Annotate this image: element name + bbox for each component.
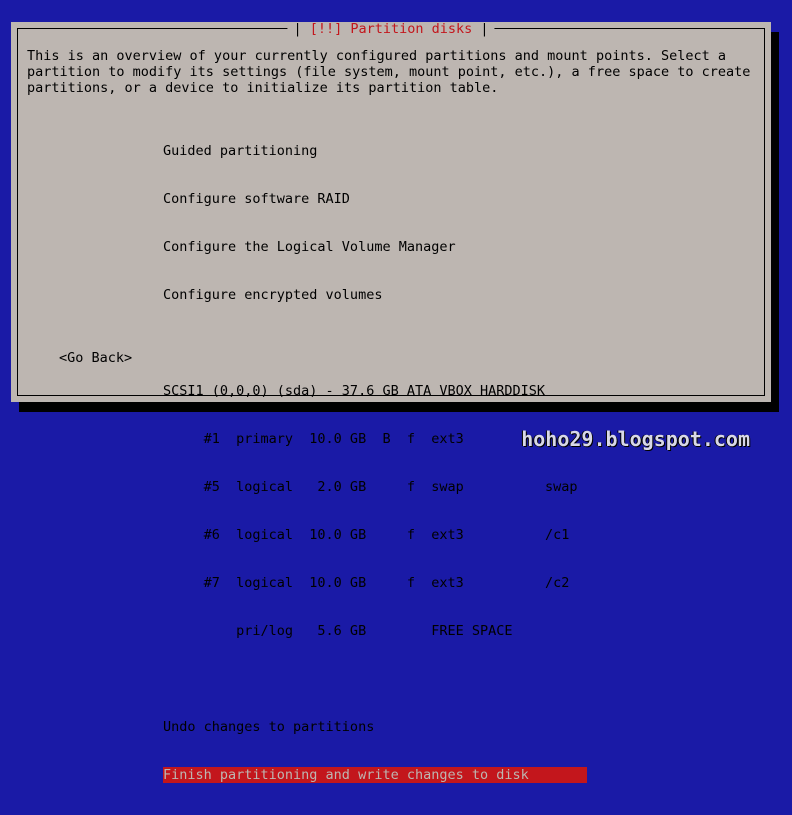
partition-disks-dialog: | [!!] Partition disks | This is an over… — [11, 21, 771, 783]
partition-row-7[interactable]: #7 logical 10.0 GB f ext3 /c2 — [163, 575, 587, 591]
go-back-button[interactable]: <Go Back> — [59, 350, 132, 366]
partition-row-5[interactable]: #5 logical 2.0 GB f swap swap — [163, 479, 587, 495]
menu-spacer — [163, 335, 587, 351]
partition-menu: Guided partitioning Configure software R… — [163, 111, 587, 815]
menu-item-undo-changes[interactable]: Undo changes to partitions — [163, 719, 587, 735]
menu-item-disk-sda[interactable]: SCSI1 (0,0,0) (sda) - 37.6 GB ATA VBOX H… — [163, 383, 587, 399]
menu-spacer-2 — [163, 671, 587, 687]
intro-line-2: partition to modify its settings (file s… — [27, 64, 751, 80]
menu-item-configure-lvm[interactable]: Configure the Logical Volume Manager — [163, 239, 587, 255]
partition-row-6[interactable]: #6 logical 10.0 GB f ext3 /c1 — [163, 527, 587, 543]
title-bar-left: | — [293, 21, 302, 37]
menu-item-configure-encrypted[interactable]: Configure encrypted volumes — [163, 287, 587, 303]
dialog-title: | [!!] Partition disks | — [287, 21, 495, 37]
intro-text: This is an overview of your currently co… — [27, 48, 750, 96]
intro-line-1: This is an overview of your currently co… — [27, 48, 726, 64]
menu-item-guided-partitioning[interactable]: Guided partitioning — [163, 143, 587, 159]
dialog-title-text: [!!] Partition disks — [309, 21, 473, 37]
title-bar-right: | — [480, 21, 489, 37]
menu-item-finish-partitioning[interactable]: Finish partitioning and write changes to… — [163, 767, 587, 783]
free-space-row[interactable]: pri/log 5.6 GB FREE SPACE — [163, 623, 587, 639]
watermark-text: hoho29.blogspot.com — [521, 427, 750, 451]
intro-line-3: partitions, or a device to initialize it… — [27, 80, 499, 96]
menu-item-configure-raid[interactable]: Configure software RAID — [163, 191, 587, 207]
